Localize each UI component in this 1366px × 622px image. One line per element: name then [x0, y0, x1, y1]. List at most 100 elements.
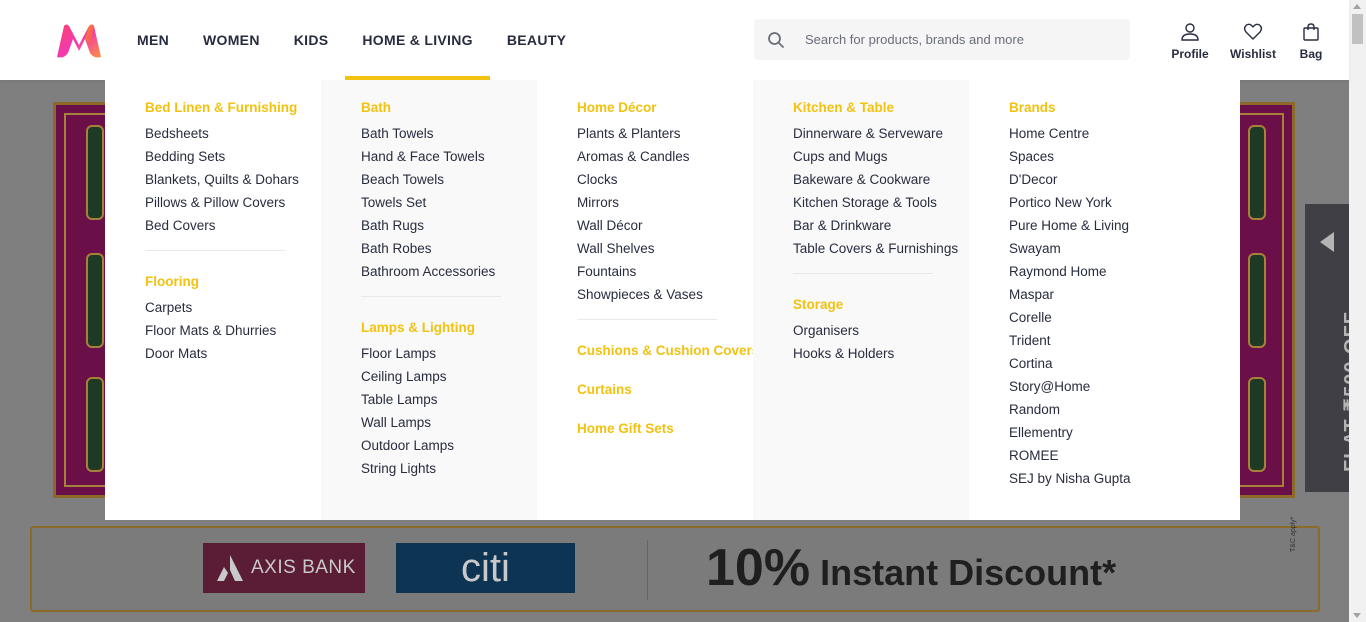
menu-item[interactable]: Hand & Face Towels	[361, 145, 537, 168]
terms-note: T&C apply*	[1290, 516, 1297, 552]
menu-item[interactable]: Wall Shelves	[577, 237, 753, 260]
menu-item[interactable]: Ceiling Lamps	[361, 365, 537, 388]
banner-panel	[1248, 253, 1266, 348]
menu-column: Brands Home Centre Spaces D'Decor Portic…	[969, 80, 1225, 520]
search-icon[interactable]	[767, 31, 785, 49]
menu-item[interactable]: String Lights	[361, 457, 537, 480]
menu-item[interactable]: Showpieces & Vases	[577, 283, 753, 306]
menu-item[interactable]: Beach Towels	[361, 168, 537, 191]
menu-item[interactable]: Hooks & Holders	[793, 342, 969, 365]
menu-item[interactable]: Mirrors	[577, 191, 753, 214]
menu-item[interactable]: Organisers	[793, 319, 969, 342]
brand-item[interactable]: Story@Home	[1009, 375, 1225, 398]
menu-item[interactable]: Pillows & Pillow Covers	[145, 191, 321, 214]
menu-item[interactable]: Carpets	[145, 296, 321, 319]
brand-item[interactable]: Cortina	[1009, 352, 1225, 375]
brand-item[interactable]: Trident	[1009, 329, 1225, 352]
menu-item[interactable]: Bed Covers	[145, 214, 321, 237]
category-curtains[interactable]: Curtains	[577, 382, 753, 398]
category-kitchen-table[interactable]: Kitchen & Table	[793, 100, 969, 116]
category-bed-linen[interactable]: Bed Linen & Furnishing	[145, 100, 321, 116]
brand-item[interactable]: Swayam	[1009, 237, 1225, 260]
category-brands[interactable]: Brands	[1009, 100, 1225, 116]
discount-label: Instant Discount*	[820, 552, 1117, 593]
nav-home-living[interactable]: HOME & LIVING	[345, 0, 491, 80]
menu-divider	[145, 250, 285, 251]
brand-item[interactable]: Ellementry	[1009, 421, 1225, 444]
profile-button[interactable]: Profile	[1160, 22, 1220, 61]
brand-item[interactable]: Portico New York	[1009, 191, 1225, 214]
menu-item[interactable]: Table Lamps	[361, 388, 537, 411]
banner-panel	[1248, 125, 1266, 220]
scroll-down-icon[interactable]	[1353, 613, 1361, 618]
menu-column: Bath Bath Towels Hand & Face Towels Beac…	[321, 80, 537, 520]
menu-column: Bed Linen & Furnishing Bedsheets Bedding…	[105, 80, 321, 520]
menu-item[interactable]: Cups and Mugs	[793, 145, 969, 168]
search-input[interactable]	[805, 20, 1115, 59]
menu-item[interactable]: Bath Rugs	[361, 214, 537, 237]
menu-column: Kitchen & Table Dinnerware & Serveware C…	[753, 80, 969, 520]
menu-item[interactable]: Outdoor Lamps	[361, 434, 537, 457]
header-actions: Profile Wishlist Bag	[1160, 22, 1336, 61]
left-arrow-icon	[1320, 232, 1334, 252]
brand-item[interactable]: SEJ by Nisha Gupta	[1009, 467, 1225, 490]
myntra-logo[interactable]	[54, 23, 104, 59]
bag-icon	[1303, 23, 1319, 41]
menu-item[interactable]: Bathroom Accessories	[361, 260, 537, 283]
menu-item[interactable]: Aromas & Candles	[577, 145, 753, 168]
bag-button[interactable]: Bag	[1286, 22, 1336, 61]
category-bath[interactable]: Bath	[361, 100, 537, 116]
wishlist-button[interactable]: Wishlist	[1220, 22, 1286, 61]
banner-panel	[86, 253, 104, 348]
brand-item[interactable]: D'Decor	[1009, 168, 1225, 191]
menu-item[interactable]: Bar & Drinkware	[793, 214, 969, 237]
banner-panel	[1248, 377, 1266, 472]
category-storage[interactable]: Storage	[793, 297, 969, 313]
menu-item[interactable]: Plants & Planters	[577, 122, 753, 145]
nav-kids[interactable]: KIDS	[277, 0, 346, 80]
nav-women[interactable]: WOMEN	[186, 0, 277, 80]
brand-item[interactable]: Spaces	[1009, 145, 1225, 168]
menu-item[interactable]: Bakeware & Cookware	[793, 168, 969, 191]
category-home-decor[interactable]: Home Décor	[577, 100, 753, 116]
menu-item[interactable]: Clocks	[577, 168, 753, 191]
menu-item[interactable]: Floor Mats & Dhurries	[145, 319, 321, 342]
discount-text: 10% Instant Discount*	[706, 538, 1116, 598]
brand-item[interactable]: ROMEE	[1009, 444, 1225, 467]
main-nav: MEN WOMEN KIDS HOME & LIVING BEAUTY	[120, 0, 583, 80]
scroll-up-icon[interactable]	[1353, 4, 1361, 9]
menu-item[interactable]: Floor Lamps	[361, 342, 537, 365]
menu-item[interactable]: Fountains	[577, 260, 753, 283]
brand-item[interactable]: Corelle	[1009, 306, 1225, 329]
brand-item[interactable]: Raymond Home	[1009, 260, 1225, 283]
category-lamps-lighting[interactable]: Lamps & Lighting	[361, 320, 537, 336]
home-living-menu: Bed Linen & Furnishing Bedsheets Bedding…	[105, 80, 1240, 520]
menu-item[interactable]: Table Covers & Furnishings	[793, 237, 969, 260]
nav-beauty[interactable]: BEAUTY	[490, 0, 583, 80]
category-cushions[interactable]: Cushions & Cushion Covers	[577, 343, 759, 359]
menu-item[interactable]: Blankets, Quilts & Dohars	[145, 168, 321, 191]
page-scrollbar[interactable]	[1349, 0, 1366, 622]
divider	[647, 540, 648, 600]
category-home-gift-sets[interactable]: Home Gift Sets	[577, 421, 753, 437]
menu-item[interactable]: Bath Robes	[361, 237, 537, 260]
scrollbar-thumb[interactable]	[1352, 14, 1363, 44]
menu-item[interactable]: Kitchen Storage & Tools	[793, 191, 969, 214]
menu-item[interactable]: Door Mats	[145, 342, 321, 365]
citi-logo: citi	[396, 543, 575, 593]
brand-item[interactable]: Random	[1009, 398, 1225, 421]
brand-item[interactable]: Pure Home & Living	[1009, 214, 1225, 237]
menu-item[interactable]: Wall Lamps	[361, 411, 537, 434]
brand-item[interactable]: Home Centre	[1009, 122, 1225, 145]
menu-item[interactable]: Bath Towels	[361, 122, 537, 145]
category-flooring[interactable]: Flooring	[145, 274, 321, 290]
axis-bank-label: AXIS BANK	[251, 557, 356, 578]
menu-item[interactable]: Towels Set	[361, 191, 537, 214]
brand-item[interactable]: Maspar	[1009, 283, 1225, 306]
menu-item[interactable]: Bedding Sets	[145, 145, 321, 168]
side-offer-tab[interactable]: FLAT ₹500 OFF	[1305, 204, 1363, 492]
menu-item[interactable]: Bedsheets	[145, 122, 321, 145]
nav-men[interactable]: MEN	[120, 0, 186, 80]
menu-item[interactable]: Wall Décor	[577, 214, 753, 237]
menu-item[interactable]: Dinnerware & Serveware	[793, 122, 969, 145]
